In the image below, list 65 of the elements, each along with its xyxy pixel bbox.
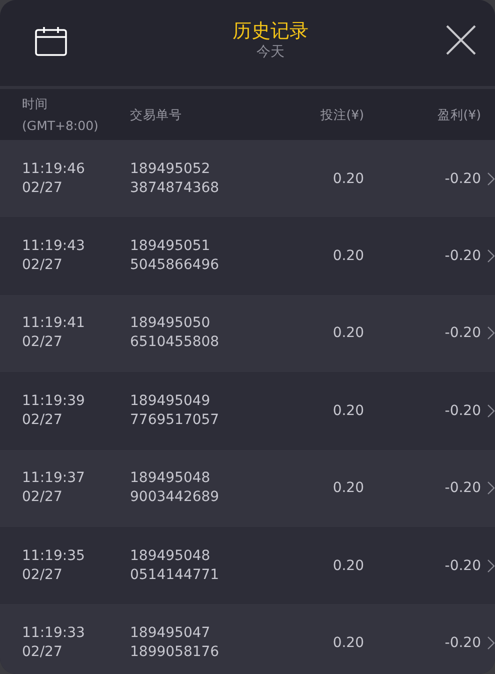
chevron-right-icon [487, 481, 495, 496]
time-text: 11:19:46 [22, 160, 86, 179]
column-header: 盈利(¥) [437, 106, 481, 124]
stake-amount: 0.20 [332, 325, 364, 342]
stake-amount: 0.20 [332, 170, 364, 187]
profit-amount: -0.20 [444, 248, 481, 264]
column-header: 时间 [22, 94, 49, 112]
chevron-right-icon [487, 172, 495, 186]
order-number: 3874874368 [130, 178, 220, 198]
profit-amount: -0.20 [444, 170, 481, 187]
close-icon[interactable] [446, 25, 476, 55]
order-number: 189495047 [130, 624, 212, 644]
column-header: 交易单号 [130, 106, 183, 124]
profit-amount: -0.20 [444, 402, 481, 419]
order-number: 189495051 [130, 237, 212, 256]
chevron-right-icon [487, 249, 495, 264]
order-number: 9003442689 [130, 488, 220, 508]
date-filter-label: 今天 [256, 43, 284, 61]
order-number: 189495052 [130, 160, 212, 179]
stake-amount: 0.20 [332, 480, 364, 496]
order-number: 189495048 [130, 469, 212, 488]
time-text: 11:19:43 [22, 237, 86, 256]
chevron-right-icon [487, 326, 495, 340]
date-text: 02/27 [22, 566, 64, 585]
history-row[interactable]: 11:19:37 02/27 189495048 9003442689 0.20 -0.20 [0, 450, 495, 527]
stake-amount: 0.20 [332, 558, 364, 574]
history-row[interactable]: 11:19:35 02/27 189495048 0514144771 0.20 -0.20 [0, 526, 495, 604]
history-row[interactable]: 11:19:33 02/27 189495047 1899058176 0.20 -0.20 [0, 604, 495, 674]
time-text: 11:19:41 [22, 314, 86, 334]
history-row[interactable]: 11:19:46 02/27 189495052 3874874368 0.20 -0.20 [0, 140, 495, 218]
column-header: (GMT+8:00) [22, 116, 100, 134]
order-number: 6510455808 [130, 333, 220, 352]
time-text: 11:19:33 [22, 624, 86, 644]
chevron-right-icon [487, 636, 495, 650]
stake-amount: 0.20 [332, 635, 364, 652]
order-number: 189495048 [130, 546, 212, 566]
history-row[interactable]: 11:19:41 02/27 189495050 6510455808 0.20 -0.20 [0, 294, 495, 372]
stake-amount: 0.20 [332, 402, 364, 419]
order-number: 7769517057 [130, 410, 220, 430]
calendar-icon[interactable] [35, 26, 67, 56]
order-number: 189495050 [130, 314, 212, 334]
dialog-title: 历史记录 [232, 19, 308, 43]
stake-amount: 0.20 [332, 248, 364, 264]
history-row[interactable]: 11:19:43 02/27 189495051 5045866496 0.20 -0.20 [0, 217, 495, 295]
profit-amount: -0.20 [444, 325, 481, 342]
history-row[interactable]: 11:19:39 02/27 189495049 7769517057 0.20 -0.20 [0, 372, 495, 450]
date-text: 02/27 [22, 256, 64, 276]
date-text: 02/27 [22, 488, 64, 508]
profit-amount: -0.20 [444, 558, 481, 574]
time-text: 11:19:35 [22, 546, 86, 566]
date-text: 02/27 [22, 410, 64, 430]
chevron-right-icon [487, 558, 495, 573]
order-number: 1899058176 [130, 643, 220, 662]
column-header: 投注(¥) [320, 106, 364, 124]
profit-amount: -0.20 [444, 635, 481, 652]
order-number: 189495049 [130, 392, 212, 411]
time-text: 11:19:39 [22, 392, 86, 411]
date-text: 02/27 [22, 178, 64, 198]
time-text: 11:19:37 [22, 469, 86, 488]
order-number: 0514144771 [130, 566, 220, 585]
profit-amount: -0.20 [444, 480, 481, 496]
date-text: 02/27 [22, 643, 64, 662]
order-number: 5045866496 [130, 256, 220, 276]
date-text: 02/27 [22, 333, 64, 352]
chevron-right-icon [487, 404, 495, 418]
